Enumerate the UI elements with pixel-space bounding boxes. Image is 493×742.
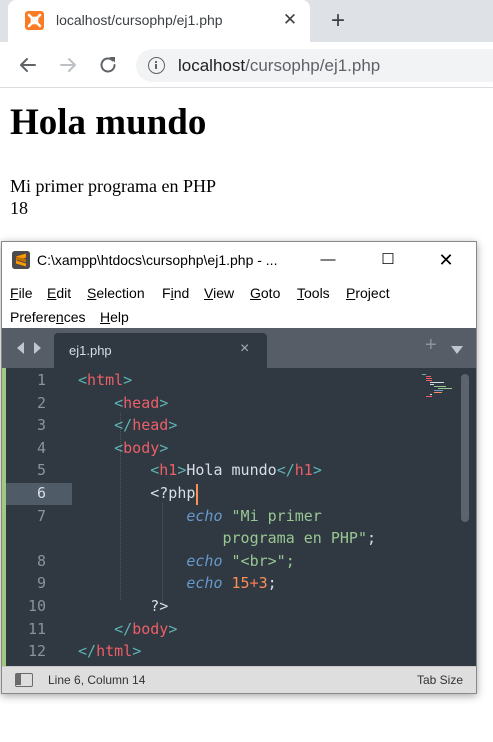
cursor-position: Line 6, Column 14 bbox=[48, 673, 146, 687]
line-number: 11 bbox=[27, 619, 46, 638]
tab-list-dropdown-icon[interactable] bbox=[451, 342, 463, 354]
back-arrow-icon[interactable] bbox=[16, 53, 40, 77]
reload-icon[interactable] bbox=[96, 53, 120, 77]
text-cursor bbox=[195, 484, 198, 505]
address-bar[interactable]: localhost/cursophp/ej1.php bbox=[136, 49, 493, 82]
url-text[interactable]: localhost/cursophp/ej1.php bbox=[178, 56, 380, 76]
line-number: 3 bbox=[36, 416, 46, 435]
new-tab-button[interactable]: + bbox=[325, 7, 351, 35]
editor-tab-strip: ej1.php × + bbox=[2, 328, 476, 368]
code-line: ?> bbox=[78, 597, 169, 615]
code-line: programa en PHP"; bbox=[222, 529, 377, 548]
minimize-button[interactable]: — bbox=[316, 248, 340, 272]
sublime-text-icon bbox=[12, 251, 30, 269]
maximize-button[interactable]: ☐ bbox=[376, 248, 400, 272]
line-number: 8 bbox=[36, 551, 46, 570]
line-number: 6 bbox=[36, 484, 46, 502]
menu-preferences[interactable]: Preferences bbox=[10, 309, 86, 325]
code-editor[interactable]: 1 2 3 4 5 6 7 8 9 10 11 12 <html> <head> </head> <bo… bbox=[2, 368, 476, 666]
tab-size-selector[interactable]: Tab Size bbox=[417, 673, 463, 687]
output-line-2: 18 bbox=[10, 198, 28, 218]
menu-tools[interactable]: Tools bbox=[297, 285, 330, 301]
tab-close-icon[interactable]: ✕ bbox=[280, 9, 300, 31]
menu-selection[interactable]: Selection bbox=[87, 285, 145, 301]
editor-tab-label: ej1.php bbox=[69, 343, 112, 358]
code-line: <h1>Hola mundo</h1> bbox=[150, 461, 322, 480]
line-number: 5 bbox=[36, 461, 46, 480]
menu-view[interactable]: View bbox=[204, 285, 234, 301]
tab-navigation-arrows-icon[interactable] bbox=[14, 341, 44, 355]
code-line: </html> bbox=[78, 642, 142, 661]
browser-tab[interactable]: localhost/cursophp/ej1.php ✕ bbox=[8, 0, 310, 42]
info-icon[interactable] bbox=[148, 57, 165, 74]
line-number: 4 bbox=[36, 438, 46, 457]
code-line: <head> bbox=[114, 393, 169, 412]
code-line: </body> bbox=[114, 619, 178, 638]
page-heading: Hola mundo bbox=[10, 102, 207, 143]
code-line: <?php bbox=[78, 484, 196, 502]
line-number: 9 bbox=[36, 574, 46, 593]
sublime-text-window: C:\xampp\htdocs\cursophp\ej1.php - ... —… bbox=[1, 241, 477, 694]
menu-project[interactable]: Project bbox=[346, 285, 390, 301]
new-file-plus-icon[interactable]: + bbox=[425, 334, 437, 357]
line-number: 2 bbox=[36, 393, 46, 412]
code-line: </head> bbox=[114, 416, 178, 435]
browser-tab-title: localhost/cursophp/ej1.php bbox=[56, 12, 223, 28]
toggle-panel-icon[interactable] bbox=[15, 673, 33, 687]
output-line-1: Mi primer programa en PHP bbox=[10, 176, 216, 196]
window-titlebar[interactable]: C:\xampp\htdocs\cursophp\ej1.php - ... —… bbox=[2, 242, 476, 278]
close-window-button[interactable]: ✕ bbox=[434, 248, 458, 272]
menu-bar: File Edit Selection Find View Goto Tools Projec… bbox=[2, 280, 476, 328]
menu-edit[interactable]: Edit bbox=[47, 285, 71, 301]
line-number: 1 bbox=[36, 371, 46, 389]
code-line: echo 15+3; bbox=[186, 574, 277, 593]
menu-file[interactable]: File bbox=[10, 285, 33, 301]
code-line: <html> bbox=[78, 371, 133, 389]
browser-toolbar: localhost/cursophp/ej1.php bbox=[0, 42, 493, 88]
xampp-favicon-icon bbox=[25, 11, 44, 30]
window-title: C:\xampp\htdocs\cursophp\ej1.php - ... bbox=[37, 252, 278, 268]
line-number: 7 bbox=[36, 506, 46, 525]
minimap[interactable] bbox=[416, 372, 462, 402]
code-line: echo "<br>"; bbox=[186, 551, 295, 570]
editor-tab-ej1[interactable]: ej1.php × bbox=[54, 333, 267, 368]
menu-help[interactable]: Help bbox=[100, 309, 129, 325]
editor-scrollbar[interactable] bbox=[461, 374, 469, 522]
menu-goto[interactable]: Goto bbox=[250, 285, 280, 301]
line-number: 10 bbox=[27, 597, 46, 615]
code-line: echo "Mi primer bbox=[186, 506, 322, 525]
forward-arrow-icon[interactable] bbox=[56, 53, 80, 77]
close-tab-icon[interactable]: × bbox=[240, 340, 249, 358]
menu-find[interactable]: Find bbox=[162, 285, 189, 301]
status-bar: Line 6, Column 14 Tab Size bbox=[2, 666, 476, 693]
page-output: Mi primer programa en PHP 18 bbox=[10, 175, 216, 219]
code-line: <body> bbox=[114, 438, 169, 457]
browser-tab-strip: localhost/cursophp/ej1.php ✕ + bbox=[0, 0, 493, 42]
line-number: 12 bbox=[27, 642, 46, 661]
